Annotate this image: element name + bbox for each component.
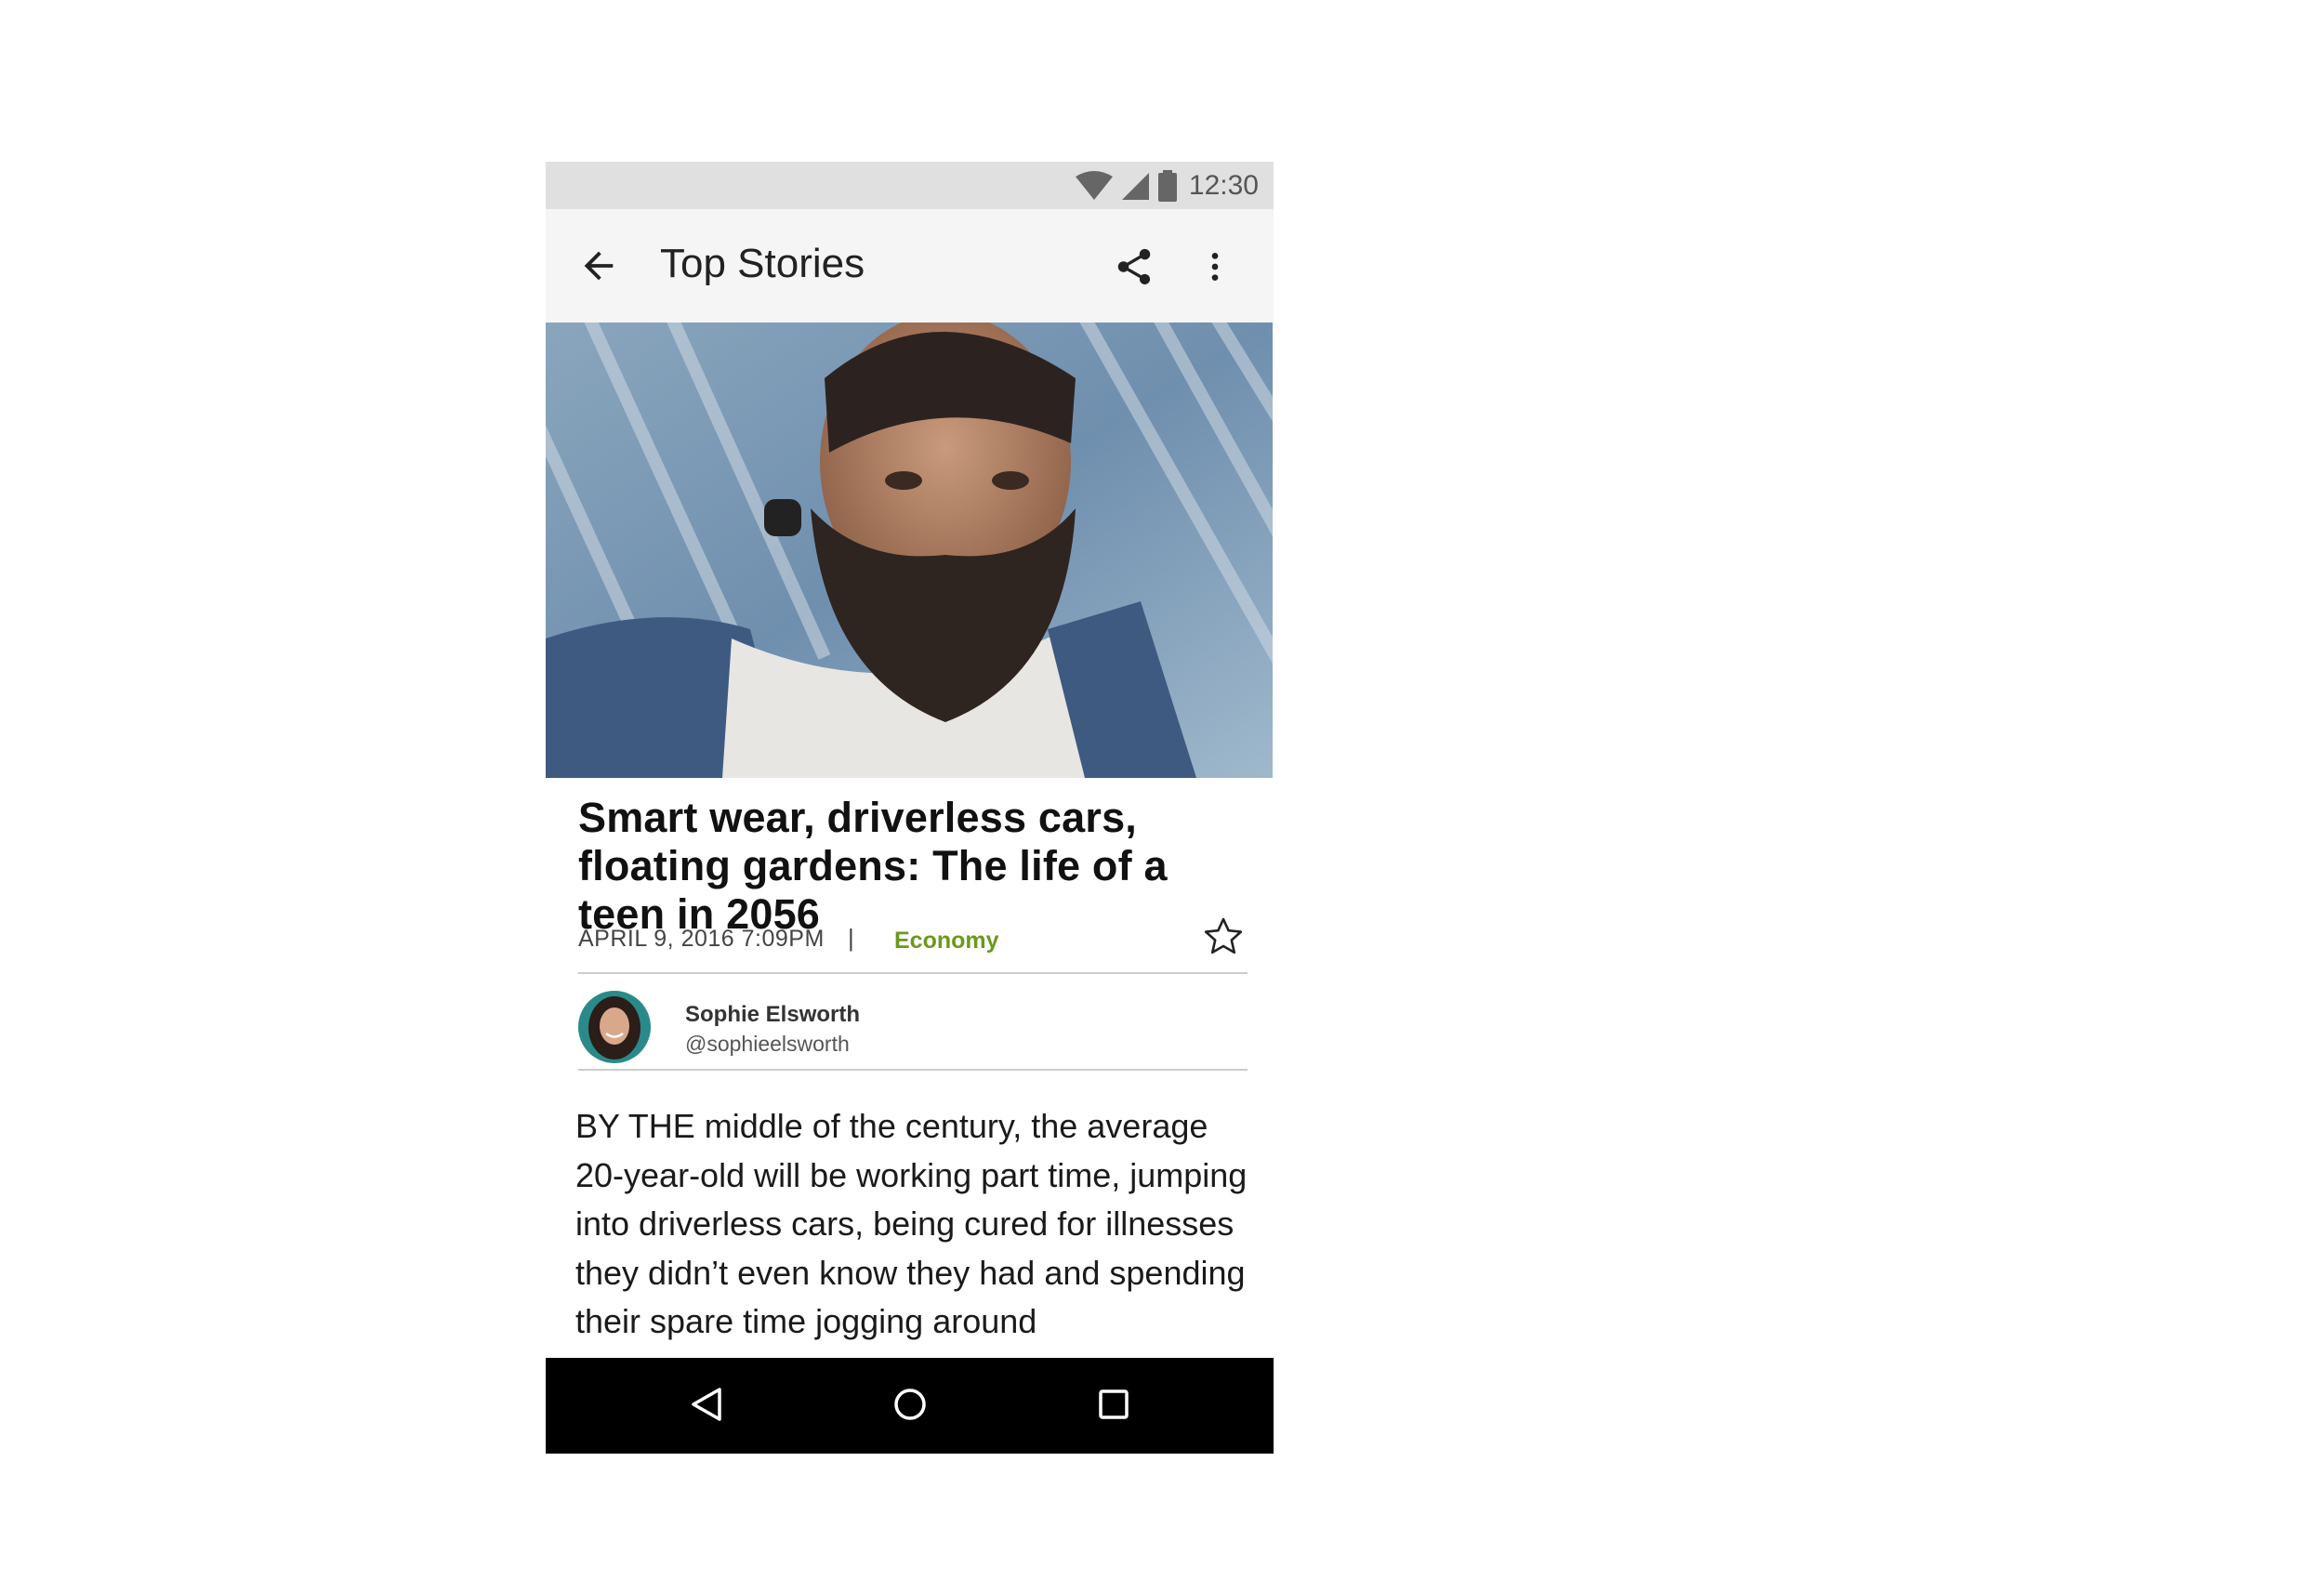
app-title: Top Stories xyxy=(660,241,865,286)
author-name: Sophie Elsworth xyxy=(685,1002,861,1027)
author-handle[interactable]: @sophieelsworth xyxy=(685,1032,850,1057)
wifi-icon xyxy=(1075,170,1113,200)
article-meta: APRIL 9, 2016 7:09PM | Economy xyxy=(578,915,1248,961)
article-date: APRIL 9, 2016 7:09PM xyxy=(578,926,825,952)
divider xyxy=(578,1069,1248,1071)
article-body: BY THE middle of the century, the averag… xyxy=(575,1107,1248,1340)
hero-image[interactable] xyxy=(546,323,1273,778)
status-bar: 12:30 xyxy=(546,162,1274,209)
meta-separator: | xyxy=(848,924,854,952)
cell-signal-icon xyxy=(1121,172,1149,200)
more-vert-icon[interactable] xyxy=(1196,244,1234,289)
app-bar: Top Stories xyxy=(546,209,1274,323)
hero-photo-man-with-beard xyxy=(546,323,1273,778)
author-row[interactable]: Sophie Elsworth @sophieelsworth xyxy=(578,989,1248,1067)
system-nav-bar xyxy=(546,1358,1274,1454)
phone-screen: 12:30 Top Stories Smart wear, driverless… xyxy=(546,162,1274,1454)
nav-home-icon[interactable] xyxy=(891,1386,929,1423)
back-arrow-icon[interactable] xyxy=(577,244,620,287)
battery-icon xyxy=(1157,169,1177,202)
share-icon[interactable] xyxy=(1113,244,1155,289)
divider xyxy=(578,972,1248,974)
avatar[interactable] xyxy=(578,991,651,1063)
nav-recents-icon[interactable] xyxy=(1095,1386,1132,1423)
status-time: 12:30 xyxy=(1188,169,1259,201)
category-link[interactable]: Economy xyxy=(894,928,999,954)
nav-back-icon[interactable] xyxy=(688,1386,725,1423)
star-icon[interactable] xyxy=(1201,915,1246,959)
